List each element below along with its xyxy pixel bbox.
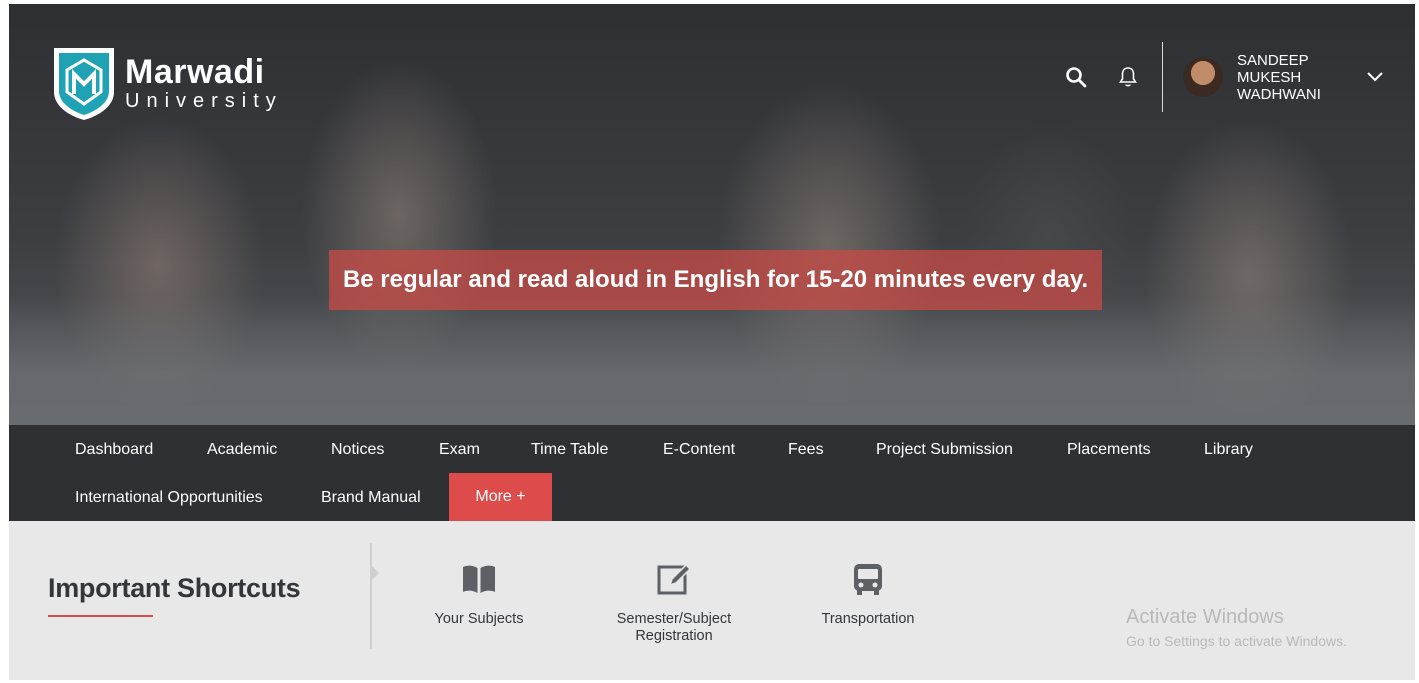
watermark-subtitle: Go to Settings to activate Windows. [1126,633,1347,649]
title-underline [48,615,153,617]
divider-notch [371,565,379,581]
shortcut-your-subjects[interactable]: Your Subjects [419,561,539,628]
nav-item-e-content[interactable]: E-Content [663,441,735,459]
bell-icon[interactable] [1116,65,1140,89]
book-icon [463,565,495,593]
chevron-down-icon[interactable] [1365,67,1385,87]
avatar[interactable] [1183,57,1223,97]
nav-item-exam[interactable]: Exam [439,441,480,459]
main-navigation: Dashboard Academic Notices Exam Time Tab… [9,425,1415,521]
nav-item-fees[interactable]: Fees [788,441,824,459]
nav-item-project-submission[interactable]: Project Submission [876,441,1013,459]
search-icon[interactable] [1064,65,1088,89]
edit-icon [657,563,692,595]
nav-item-time-table[interactable]: Time Table [531,441,608,459]
nav-item-brand-manual[interactable]: Brand Manual [321,489,421,507]
shield-logo-icon [54,48,114,120]
nav-item-dashboard[interactable]: Dashboard [75,441,153,459]
header-divider [1162,42,1163,112]
quote-banner: Be regular and read aloud in English for… [329,250,1102,310]
nav-more-button[interactable]: More + [449,473,552,521]
shortcut-label: Your Subjects [434,611,524,627]
shortcut-semester-subject-registration[interactable]: Semester/Subject Registration [599,561,749,645]
hero-banner: Marwadi University SANDEEP MUKESH WADHWA… [9,4,1415,425]
user-header: SANDEEP MUKESH WADHWANI [1064,42,1415,112]
university-logo[interactable]: Marwadi University [49,44,283,122]
shortcut-transportation[interactable]: Transportation [808,561,928,628]
bus-icon [854,564,882,595]
hero-photo-overlay [9,295,1415,425]
shortcuts-title: Important Shortcuts [48,573,301,603]
watermark-title: Activate Windows [1126,606,1284,628]
user-name[interactable]: SANDEEP MUKESH WADHWANI [1237,52,1349,103]
brand-name: Marwadi [125,53,265,91]
shortcut-label: Transportation [821,611,915,627]
shortcuts-divider [370,543,372,649]
nav-item-placements[interactable]: Placements [1067,441,1151,459]
important-shortcuts-panel: Important Shortcuts Your Subjects Semest… [9,521,1415,680]
nav-item-library[interactable]: Library [1204,441,1253,459]
nav-item-academic[interactable]: Academic [207,441,277,459]
portal-page: Marwadi University SANDEEP MUKESH WADHWA… [9,4,1415,680]
nav-item-international-opportunities[interactable]: International Opportunities [75,489,263,507]
shortcut-label: Semester/Subject Registration [616,611,732,644]
brand-subtitle: University [125,90,283,112]
nav-item-notices[interactable]: Notices [331,441,384,459]
activate-windows-watermark: Activate Windows Go to Settings to activ… [1126,606,1347,649]
